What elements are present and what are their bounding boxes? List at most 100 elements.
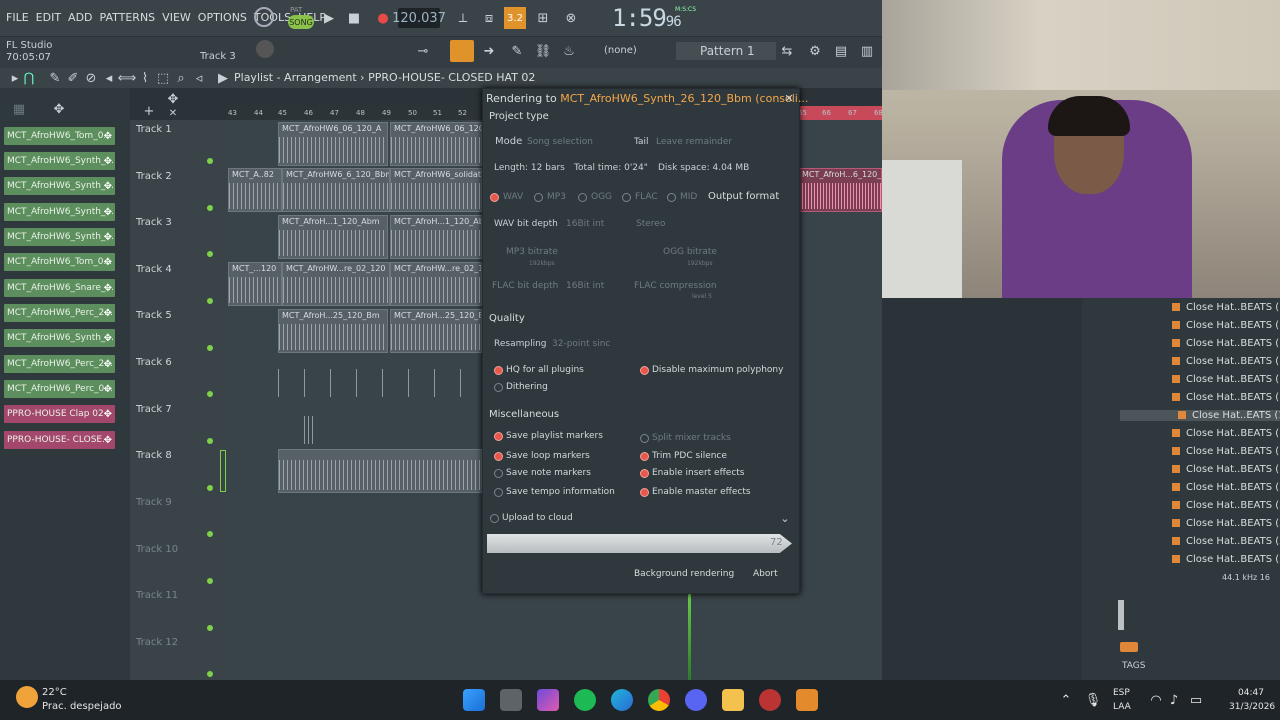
add-icon[interactable]: + — [138, 100, 160, 122]
save-loop-checkbox[interactable] — [494, 452, 503, 461]
audio-clip[interactable]: MCT_...120 — [228, 262, 282, 306]
browser-item[interactable]: Close Hat..BEATS (21) — [1172, 500, 1280, 511]
browser-item[interactable]: Close Hat..BEATS (12) — [1172, 338, 1280, 349]
song-mode-button[interactable]: SONG — [288, 15, 314, 29]
pencil-icon[interactable]: ✎ — [506, 40, 528, 62]
preview-play-icon[interactable] — [1120, 642, 1138, 652]
channel-item[interactable]: MCT_AfroHW6_Tom_0... ✥ — [4, 253, 115, 271]
audio-clip[interactable]: MCT_AfroHW...re_02_120 — [282, 262, 390, 306]
search-icon[interactable] — [500, 689, 522, 711]
wav-bit-depth-select[interactable]: 16Bit int — [566, 219, 604, 229]
chrome-icon[interactable] — [648, 689, 670, 711]
trim-pdc-checkbox[interactable] — [640, 452, 649, 461]
menu-view[interactable]: VIEW — [162, 11, 191, 24]
save-note-checkbox[interactable] — [494, 469, 503, 478]
save-tempo-checkbox[interactable] — [494, 488, 503, 497]
fl-studio-icon[interactable] — [796, 689, 818, 711]
browser-item[interactable]: Close Hat..BEATS (18) — [1172, 446, 1280, 457]
audio-clip[interactable] — [278, 449, 482, 493]
browser-item[interactable]: Close Hat..BEATS (11) — [1172, 320, 1280, 331]
audio-clip[interactable]: MCT_AfroHW6_06_120_ — [390, 122, 482, 166]
track-label[interactable]: Track 9 — [136, 497, 172, 508]
format-mid-radio[interactable] — [667, 193, 676, 202]
channel-item[interactable]: MCT_AfroHW6_Perc_2... ✥ — [4, 304, 115, 322]
channel-item[interactable]: MCT_AfroHW6_Perc_0... ✥ — [4, 380, 115, 398]
track-enable-led[interactable] — [207, 391, 213, 397]
copilot-icon[interactable] — [537, 689, 559, 711]
battery-icon[interactable]: ▭ — [1185, 689, 1207, 711]
track-label[interactable]: Track 7 — [136, 404, 172, 415]
playlist-play-icon[interactable]: ▶ — [212, 67, 234, 89]
track-enable-led[interactable] — [207, 531, 213, 537]
channel-rack-icon[interactable]: ⚙ — [804, 40, 826, 62]
track-label[interactable]: Track 11 — [136, 590, 178, 601]
browser-item[interactable]: Close Hat..BEATS (10) — [1172, 302, 1280, 313]
chevron-up-icon[interactable]: ⌃ — [1055, 689, 1077, 711]
track-enable-led[interactable] — [207, 345, 213, 351]
browser-item[interactable]: Close Hat..BEATS (22) — [1172, 518, 1280, 529]
track-enable-led[interactable] — [207, 438, 213, 444]
start-icon[interactable] — [463, 689, 485, 711]
plugin-icon[interactable]: ♨ — [558, 40, 580, 62]
mixer-icon[interactable]: ⇆ — [776, 40, 798, 62]
track-label[interactable]: Track 1 — [136, 124, 172, 135]
tempo-display[interactable]: 120.037 — [392, 8, 446, 28]
app-icon[interactable] — [759, 689, 781, 711]
slider-icon[interactable]: ⊸ — [412, 40, 434, 62]
stereo-select[interactable]: Stereo — [636, 219, 665, 229]
mode-select[interactable]: Song selection — [527, 137, 593, 147]
weather-icon[interactable] — [16, 686, 38, 708]
pitch-knob[interactable] — [256, 40, 274, 58]
arrow-right-icon[interactable]: ➜ — [478, 40, 500, 62]
track-label[interactable]: Track 12 — [136, 637, 178, 648]
channel-item[interactable]: MCT_AfroHW6_Synth_... ✥ — [4, 329, 115, 347]
playback-icon[interactable]: ◃ — [188, 67, 210, 89]
browser-item[interactable]: Close Hat..BEATS (14) — [1172, 374, 1280, 385]
stop-icon[interactable]: ■ — [343, 7, 365, 29]
track-enable-led[interactable] — [207, 671, 213, 677]
edge-icon[interactable] — [611, 689, 633, 711]
audio-clip[interactable]: MCT_AfroHW6_solidated — [390, 168, 482, 212]
audio-clip[interactable]: MCT_AfroH...6_120_ — [798, 168, 882, 212]
channel-item[interactable]: MCT_AfroHW6_Snare_... ✥ — [4, 279, 115, 297]
split-mixer-checkbox[interactable] — [640, 434, 649, 443]
browser-item[interactable]: Close Hat..BEATS (23) — [1172, 536, 1280, 547]
record-icon[interactable]: ● — [372, 7, 394, 29]
clock-time[interactable]: 04:47 — [1238, 688, 1264, 698]
format-ogg-radio[interactable] — [578, 193, 587, 202]
play-icon[interactable]: ▶ — [318, 7, 340, 29]
track-label[interactable]: Track 10 — [136, 544, 178, 555]
audio-clip[interactable]: MCT_AfroHW6_6_120_Bbm — [282, 168, 390, 212]
resampling-select[interactable]: 32-point sinc — [552, 339, 610, 349]
countdown-icon[interactable]: 3.2 — [504, 7, 526, 29]
channel-item[interactable]: MCT_AfroHW6_Synth_... ✥ — [4, 177, 115, 195]
loop-region[interactable] — [798, 106, 882, 120]
save-markers-checkbox[interactable] — [494, 432, 503, 441]
background-rendering-button[interactable]: Background rendering — [634, 569, 734, 579]
discord-icon[interactable] — [685, 689, 707, 711]
track-enable-led[interactable] — [207, 158, 213, 164]
channel-item[interactable]: MCT_AfroHW6_Synth_... ✥ — [4, 152, 115, 170]
menu-add[interactable]: ADD — [68, 11, 92, 24]
browser-item[interactable]: Close Hat..BEATS (19) — [1172, 464, 1280, 475]
grid-icon[interactable]: ▦ — [8, 98, 30, 120]
track-label[interactable]: Track 5 — [136, 310, 172, 321]
pattern-selector[interactable]: Pattern 1 — [676, 42, 776, 60]
flac-bit-depth-select[interactable]: 16Bit int — [566, 281, 604, 291]
loop-record-icon[interactable]: ⊗ — [560, 7, 582, 29]
browser-item-selected[interactable]: Close Hat..EATS (16) — [1120, 410, 1280, 421]
menu-patterns[interactable]: PATTERNS — [100, 11, 156, 24]
track-enable-led[interactable] — [207, 205, 213, 211]
track-label[interactable]: Track 6 — [136, 357, 172, 368]
pattern-clip[interactable] — [304, 402, 314, 446]
track-enable-led[interactable] — [207, 578, 213, 584]
chevron-down-icon[interactable]: ⌄ — [774, 507, 796, 529]
step-edit-icon[interactable]: ⊞ — [532, 7, 554, 29]
track-label[interactable]: Track 2 — [136, 171, 172, 182]
hq-plugins-checkbox[interactable] — [494, 366, 503, 375]
abort-button[interactable]: Abort — [753, 569, 778, 579]
piano-roll-icon[interactable]: ▤ — [830, 40, 852, 62]
spotify-icon[interactable] — [574, 689, 596, 711]
browser-item[interactable]: Close Hat..BEATS (20) — [1172, 482, 1280, 493]
channel-item[interactable]: MCT_AfroHW6_Tom_0... ✥ — [4, 127, 115, 145]
